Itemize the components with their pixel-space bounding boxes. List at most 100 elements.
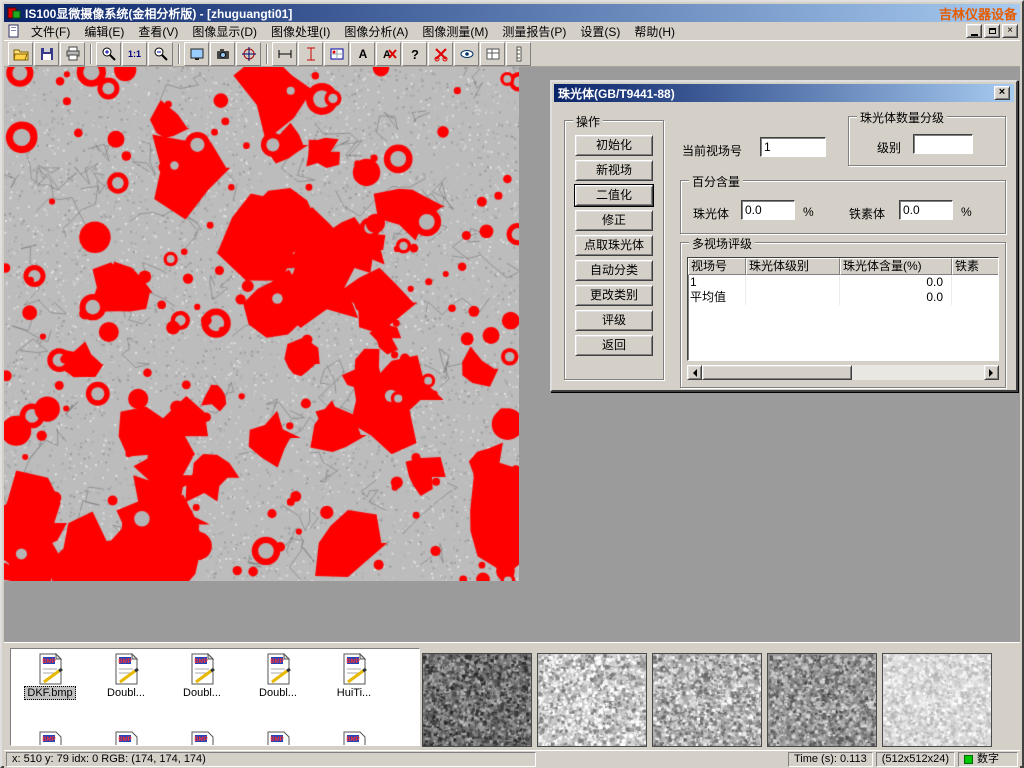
- actual-size-button[interactable]: 1:1: [122, 42, 147, 66]
- mdi-close-button[interactable]: ×: [1002, 24, 1018, 38]
- file-name[interactable]: HuiTi...: [335, 687, 373, 699]
- file-item[interactable]: BMP Doubl...: [89, 653, 163, 699]
- measure-vertical-button[interactable]: [298, 42, 323, 66]
- display-button[interactable]: [184, 42, 209, 66]
- current-field-input[interactable]: [760, 137, 826, 157]
- scrollbar-track[interactable]: [852, 365, 984, 380]
- return-button[interactable]: 返回: [575, 335, 653, 356]
- percent-group-label: 百分含量: [689, 173, 743, 190]
- scrollbar-thumb[interactable]: [702, 365, 852, 380]
- target-button[interactable]: [236, 42, 261, 66]
- file-name[interactable]: DKF.bmp: [24, 686, 75, 700]
- eye-button[interactable]: [454, 42, 479, 66]
- toolbar: 1:1: [4, 40, 1020, 67]
- text-button[interactable]: A: [350, 42, 375, 66]
- status-position: x: 510 y: 79 idx: 0 RGB: (174, 174, 174): [6, 752, 536, 767]
- menu-view[interactable]: 查看(V): [131, 22, 185, 41]
- display-icon: [189, 46, 205, 62]
- table-row[interactable]: 平均值 0.0: [688, 290, 998, 305]
- file-list[interactable]: BMP DKF.bmp BMP Doubl...: [10, 648, 420, 746]
- bmp-file-icon: BMP: [339, 731, 369, 746]
- mdi-minimize-button[interactable]: [966, 24, 982, 38]
- open-folder-button[interactable]: [8, 42, 33, 66]
- thumbnail-image[interactable]: [537, 653, 647, 747]
- menu-edit[interactable]: 编辑(E): [77, 22, 131, 41]
- file-item-clipped[interactable]: BMP: [89, 731, 163, 746]
- table-button[interactable]: [480, 42, 505, 66]
- thumbnail-image[interactable]: [652, 653, 762, 747]
- file-item-clipped[interactable]: BMP: [165, 731, 239, 746]
- menu-image-display[interactable]: 图像显示(D): [185, 22, 264, 41]
- rate-button[interactable]: 评级: [575, 310, 653, 331]
- file-item[interactable]: BMP DKF.bmp: [13, 653, 87, 700]
- menu-report[interactable]: 测量报告(P): [495, 22, 573, 41]
- mdi-window-controls: ×: [966, 24, 1020, 38]
- file-name[interactable]: Doubl...: [181, 687, 223, 699]
- svg-text:BMP: BMP: [42, 737, 55, 743]
- camera-button[interactable]: [210, 42, 235, 66]
- ferrite-percent-input[interactable]: [899, 200, 953, 220]
- dialog-close-button[interactable]: ×: [994, 86, 1010, 100]
- zoom-out-button[interactable]: [148, 42, 173, 66]
- file-item[interactable]: BMP HuiTi...: [317, 653, 391, 699]
- micrograph-image[interactable]: [4, 67, 519, 581]
- print-button[interactable]: [60, 42, 85, 66]
- binarize-button[interactable]: 二值化: [575, 185, 653, 206]
- count-grid-button[interactable]: [324, 42, 349, 66]
- correct-button[interactable]: 修正: [575, 210, 653, 231]
- arrow-left-icon: [689, 369, 697, 377]
- cut-icon: [433, 46, 449, 62]
- new-field-button[interactable]: 新视场: [575, 160, 653, 181]
- table-row[interactable]: 1 0.0: [688, 275, 998, 290]
- toolbar-separator: [90, 44, 92, 64]
- actual-size-icon: 1:1: [128, 49, 141, 59]
- svg-text:BMP: BMP: [270, 737, 283, 743]
- mdi-restore-button[interactable]: [984, 24, 1000, 38]
- file-item-clipped[interactable]: BMP: [241, 731, 315, 746]
- scroll-left-button[interactable]: [687, 365, 702, 380]
- measure-horizontal-button[interactable]: [272, 42, 297, 66]
- cell-field: 1: [688, 275, 746, 290]
- brand-text: 吉林仪器设备: [939, 4, 1017, 22]
- file-name[interactable]: Doubl...: [257, 687, 299, 699]
- col-header-field: 视场号: [688, 258, 746, 275]
- menu-image-measure[interactable]: 图像测量(M): [415, 22, 495, 41]
- file-item-clipped[interactable]: BMP: [317, 731, 391, 746]
- menu-settings[interactable]: 设置(S): [573, 22, 627, 41]
- file-item-clipped[interactable]: BMP: [13, 731, 87, 746]
- cut-button[interactable]: [428, 42, 453, 66]
- thumbnail-image[interactable]: [767, 653, 877, 747]
- multifield-table[interactable]: 视场号 珠光体级别 珠光体含量(%) 铁素 1 0.0 平均值 0.0: [687, 257, 999, 361]
- change-class-button[interactable]: 更改类别: [575, 285, 653, 306]
- menu-image-process[interactable]: 图像处理(I): [264, 22, 337, 41]
- scroll-right-button[interactable]: [984, 365, 999, 380]
- table-icon: [485, 46, 501, 62]
- thumbnail-image[interactable]: [422, 653, 532, 747]
- dialog-title-bar[interactable]: 珠光体(GB/T9441-88) ×: [554, 84, 1014, 102]
- init-button[interactable]: 初始化: [575, 135, 653, 156]
- thumbnail-image[interactable]: [882, 653, 992, 747]
- menu-image-analysis[interactable]: 图像分析(A): [337, 22, 415, 41]
- table-horizontal-scrollbar[interactable]: [687, 365, 999, 380]
- col-header-pearlite-content: 珠光体含量(%): [840, 258, 952, 275]
- save-button[interactable]: [34, 42, 59, 66]
- status-mode-label: 数字: [977, 753, 999, 766]
- camera-icon: [215, 46, 231, 62]
- menu-file[interactable]: 文件(F): [24, 22, 77, 41]
- title-bar[interactable]: IS100显微摄像系统(金相分析版) - [zhuguangti01] 吉林仪器…: [4, 4, 1020, 22]
- percent-group: 百分含量 珠光体 % 铁素体 %: [680, 180, 1006, 234]
- zoom-in-button[interactable]: [96, 42, 121, 66]
- status-time: Time (s): 0.113: [788, 752, 873, 767]
- auto-classify-button[interactable]: 自动分类: [575, 260, 653, 281]
- pearlite-percent-input[interactable]: [741, 200, 795, 220]
- multifield-group: 多视场评级 视场号 珠光体级别 珠光体含量(%) 铁素 1 0.0 平均值: [680, 242, 1006, 388]
- grade-input[interactable]: [913, 134, 973, 154]
- file-item[interactable]: BMP Doubl...: [241, 653, 315, 699]
- file-item[interactable]: BMP Doubl...: [165, 653, 239, 699]
- ruler-button[interactable]: [506, 42, 531, 66]
- menu-help[interactable]: 帮助(H): [627, 22, 682, 41]
- file-name[interactable]: Doubl...: [105, 687, 147, 699]
- text-delete-button[interactable]: A: [376, 42, 401, 66]
- help-button[interactable]: ?: [402, 42, 427, 66]
- pick-pearlite-button[interactable]: 点取珠光体: [575, 235, 653, 256]
